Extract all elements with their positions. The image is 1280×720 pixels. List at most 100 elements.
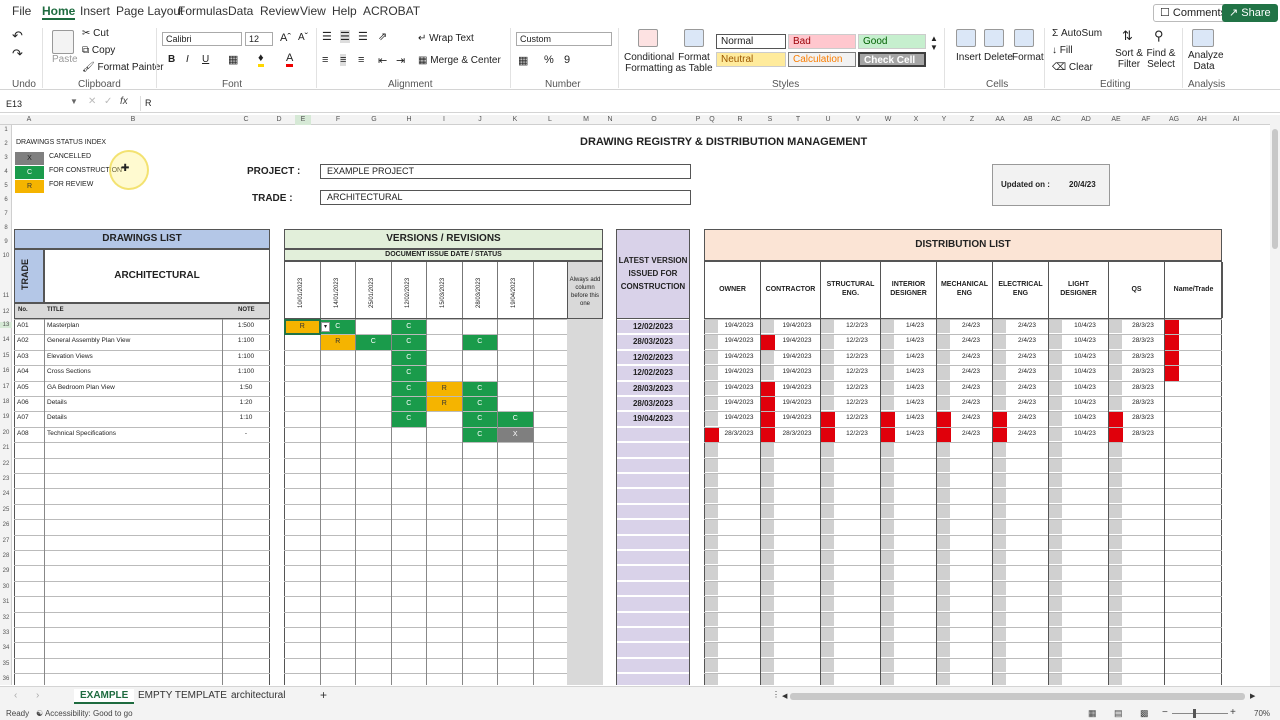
menu-review[interactable]: Review: [260, 4, 299, 18]
align-bottom-icon[interactable]: ☰: [358, 30, 368, 43]
column-header-z[interactable]: Z: [964, 115, 980, 125]
row-header[interactable]: 10: [0, 253, 12, 259]
status-cell[interactable]: C: [462, 381, 497, 396]
conditional-formatting-icon[interactable]: [638, 29, 658, 47]
menu-insert[interactable]: Insert: [80, 4, 110, 18]
column-header-a[interactable]: A: [21, 115, 37, 125]
row-header[interactable]: 24: [0, 491, 12, 497]
tab-next-icon[interactable]: ›: [30, 689, 45, 702]
zoom-slider[interactable]: [1172, 713, 1228, 714]
scroll-right-icon[interactable]: ▶: [1244, 691, 1261, 701]
column-header-s[interactable]: S: [762, 115, 778, 125]
format-table-icon[interactable]: [684, 29, 704, 47]
column-header-n[interactable]: N: [602, 115, 618, 125]
column-header-r[interactable]: R: [732, 115, 748, 125]
column-header-af[interactable]: AF: [1138, 115, 1154, 125]
style-bad[interactable]: Bad: [788, 34, 856, 49]
zoom-slider-thumb[interactable]: [1193, 709, 1196, 718]
tab-example[interactable]: EXAMPLE: [74, 689, 135, 704]
row-header[interactable]: 16: [0, 368, 12, 374]
column-header-x[interactable]: X: [908, 115, 924, 125]
align-middle-icon[interactable]: ☰: [340, 30, 350, 43]
clear-button[interactable]: ⌫ Clear: [1052, 62, 1093, 73]
insert-cells-icon[interactable]: [956, 29, 976, 47]
row-header[interactable]: 5: [0, 183, 12, 189]
row-header[interactable]: 36: [0, 676, 12, 682]
font-size-select[interactable]: 12: [245, 32, 273, 46]
column-header-k[interactable]: K: [507, 115, 523, 125]
column-header-ae[interactable]: AE: [1108, 115, 1124, 125]
share-button[interactable]: ↗ Share: [1222, 4, 1278, 22]
zoom-in-icon[interactable]: +: [1230, 707, 1236, 718]
fill-button[interactable]: ↓ Fill: [1052, 45, 1073, 56]
formula-input[interactable]: R: [140, 96, 1260, 111]
row-header[interactable]: 1: [0, 127, 12, 133]
column-header-o[interactable]: O: [646, 115, 662, 125]
enter-icon[interactable]: ✓: [104, 96, 112, 107]
format-painter-button[interactable]: 🖌 Format Painter: [82, 62, 164, 73]
column-header-l[interactable]: L: [542, 115, 558, 125]
italic-button[interactable]: I: [186, 54, 189, 65]
analyze-data-button[interactable]: Analyze Data: [1188, 50, 1224, 72]
row-header[interactable]: 25: [0, 507, 12, 513]
align-left-icon[interactable]: ≡: [322, 54, 328, 66]
name-box-dropdown-icon[interactable]: ▼: [70, 97, 78, 106]
column-header-w[interactable]: W: [880, 115, 896, 125]
status-cell[interactable]: C: [391, 381, 426, 396]
column-header-t[interactable]: T: [790, 115, 806, 125]
status-cell[interactable]: C: [391, 366, 426, 381]
zoom-level[interactable]: 70%: [1254, 709, 1270, 718]
delete-cells-button[interactable]: Delete: [984, 52, 1013, 63]
column-header-y[interactable]: Y: [936, 115, 952, 125]
percent-button[interactable]: %: [544, 54, 554, 66]
function-icon[interactable]: fx: [120, 96, 128, 107]
status-cell[interactable]: C: [391, 320, 426, 335]
style-normal[interactable]: Normal: [716, 34, 786, 49]
menu-formulas[interactable]: Formulas: [178, 4, 228, 18]
status-cell[interactable]: C: [391, 350, 426, 366]
row-header[interactable]: 34: [0, 645, 12, 651]
style-calculation[interactable]: Calculation: [788, 52, 856, 67]
status-cell[interactable]: R: [427, 397, 462, 412]
conditional-formatting-button[interactable]: Conditional Formatting: [624, 52, 674, 74]
find-select-button[interactable]: Find & Select: [1146, 48, 1176, 70]
column-header-v[interactable]: V: [850, 115, 866, 125]
align-right-icon[interactable]: ≡: [358, 54, 364, 66]
style-check-cell[interactable]: Check Cell: [858, 52, 926, 67]
menu-file[interactable]: File: [12, 4, 31, 18]
row-header[interactable]: 4: [0, 169, 12, 175]
orientation-icon[interactable]: ⇗: [378, 30, 387, 43]
column-header-ad[interactable]: AD: [1078, 115, 1094, 125]
column-header-c[interactable]: C: [238, 115, 254, 125]
row-header[interactable]: 35: [0, 661, 12, 667]
align-center-icon[interactable]: ≡: [340, 54, 347, 66]
menu-data[interactable]: Data: [228, 4, 253, 18]
project-field[interactable]: EXAMPLE PROJECT: [320, 164, 691, 179]
status-cell[interactable]: C: [498, 412, 533, 427]
column-header-f[interactable]: F: [330, 115, 346, 125]
tab-architectural[interactable]: architectural: [225, 689, 291, 702]
status-cell[interactable]: C: [391, 335, 426, 350]
row-header[interactable]: 30: [0, 584, 12, 590]
column-header-b[interactable]: B: [125, 115, 141, 125]
menu-view[interactable]: View: [300, 4, 326, 18]
paste-icon[interactable]: [52, 30, 74, 54]
row-header[interactable]: 22: [0, 461, 12, 467]
align-top-icon[interactable]: ☰: [322, 30, 332, 43]
comma-style-button[interactable]: 9: [564, 54, 570, 66]
font-color-icon[interactable]: A: [286, 52, 294, 67]
column-header-ag[interactable]: AG: [1166, 115, 1182, 125]
row-header[interactable]: 21: [0, 445, 12, 451]
status-cell[interactable]: C: [462, 427, 497, 443]
number-format-select[interactable]: Custom: [516, 32, 612, 46]
increase-indent-icon[interactable]: ⇥: [396, 54, 405, 67]
column-header-g[interactable]: G: [366, 115, 382, 125]
column-header-ah[interactable]: AH: [1194, 115, 1210, 125]
status-cell[interactable]: C: [391, 397, 426, 412]
status-cell[interactable]: C: [462, 397, 497, 412]
delete-cells-icon[interactable]: [984, 29, 1004, 47]
grow-font-icon[interactable]: Aˆ: [280, 32, 291, 44]
column-header-j[interactable]: J: [472, 115, 488, 125]
row-header[interactable]: 29: [0, 568, 12, 574]
row-header[interactable]: 12: [0, 309, 12, 315]
